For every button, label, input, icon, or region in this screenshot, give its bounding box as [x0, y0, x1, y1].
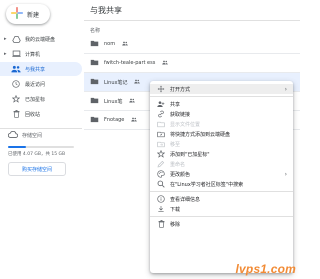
watermark-logo: lvps1.com: [235, 262, 296, 276]
context-menu-item[interactable]: 共享: [150, 99, 293, 109]
plus-icon: [10, 6, 24, 22]
menu-item-label: 获取链接: [170, 111, 191, 118]
menu-item-label: 共享: [170, 101, 181, 108]
menu-separator: [150, 191, 293, 192]
file-name: Linux笔记: [104, 79, 128, 86]
storage-usage-fill: [8, 146, 26, 148]
sidebar-item-trash[interactable]: 回收站: [0, 107, 82, 121]
sidebar-item-shared-with-me[interactable]: 与我共享: [0, 62, 82, 76]
search-icon: [156, 180, 166, 188]
sidebar-nav: ▸ 我的云端硬盘 ▸ 计算机 与我共享 最近访问 已加星标 回收站: [0, 32, 82, 122]
context-menu-item[interactable]: 添加到"已加星标": [150, 149, 293, 159]
column-header-name[interactable]: 名称: [90, 27, 100, 34]
menu-item-label: 添加到"已加星标": [170, 151, 210, 158]
folder-icon: [156, 121, 166, 128]
menu-item-label: 移除: [170, 221, 181, 228]
shared-people-icon: [131, 117, 138, 124]
chevron-right-icon: ›: [284, 85, 287, 93]
person-add-icon: [156, 100, 166, 108]
menu-item-label: 打开方式: [170, 86, 191, 93]
menu-item-label: 重命名: [170, 161, 186, 168]
sidebar-item-label: 计算机: [25, 51, 41, 58]
folder-icon: [90, 97, 99, 106]
star-icon: [10, 95, 22, 103]
divider: [84, 20, 300, 21]
folder-icon: [90, 59, 99, 68]
shared-people-icon: [122, 41, 128, 48]
info-icon: [156, 195, 166, 203]
folder-icon: [90, 40, 99, 49]
computer-icon: [10, 50, 22, 58]
context-menu-item: 移至: [150, 139, 293, 149]
file-name: fwitch-teale-part ess: [104, 60, 156, 66]
context-menu-item[interactable]: 将快捷方式添加到云端硬盘: [150, 129, 293, 139]
new-button-label: 新建: [27, 11, 40, 19]
sidebar-item-starred[interactable]: 已加星标: [0, 92, 82, 106]
file-name: Linux笔: [104, 98, 123, 105]
folder-icon: [90, 116, 99, 125]
menu-item-label: 将快捷方式添加到云端硬盘: [170, 131, 231, 138]
storage-section: 存储空间 已使用 4.07 GB，共 15 GB 购买存储空间: [7, 130, 80, 176]
buy-storage-button[interactable]: 购买存储空间: [8, 162, 66, 176]
shared-people-icon: [129, 98, 136, 105]
download-icon: [156, 205, 166, 213]
folder-icon: [90, 78, 99, 87]
storage-usage-bar: [8, 146, 74, 148]
file-name: Fnotage: [104, 117, 125, 123]
context-menu-item[interactable]: 移除: [150, 219, 293, 229]
context-menu-item[interactable]: 在"Linux学习者社区标签"中搜索: [150, 179, 293, 189]
divider: [0, 128, 82, 129]
shared-people-icon: [134, 79, 141, 86]
context-menu-item[interactable]: 打开方式 ›: [150, 84, 293, 94]
trash-icon: [156, 220, 166, 228]
sidebar-item-label: 最近访问: [25, 81, 46, 88]
new-button[interactable]: 新建: [6, 4, 50, 24]
context-menu-item: 显示文件位置: [150, 119, 293, 129]
sidebar-item-my-drive[interactable]: ▸ 我的云端硬盘: [0, 32, 82, 46]
edit-icon: [156, 160, 166, 168]
context-menu-item: 重命名: [150, 159, 293, 169]
file-row[interactable]: nom: [84, 35, 300, 54]
context-menu-item[interactable]: 获取链接: [150, 109, 293, 119]
chevron-right-icon: ›: [284, 170, 287, 178]
context-menu-item[interactable]: 下载: [150, 204, 293, 214]
storage-title-label: 存储空间: [22, 133, 43, 139]
sidebar-item-label: 回收站: [25, 111, 41, 118]
page-title: 与我共享: [90, 6, 122, 15]
cloud-icon: [7, 130, 19, 140]
menu-item-label: 显示文件位置: [170, 121, 201, 128]
move-icon: [156, 85, 166, 93]
menu-item-label: 下载: [170, 206, 181, 213]
shortcut-icon: [156, 131, 166, 138]
shared-people-icon: [162, 60, 169, 67]
clock-icon: [10, 80, 22, 88]
menu-separator: [150, 96, 293, 97]
menu-item-label: 更改颜色: [170, 171, 191, 178]
context-menu-item[interactable]: 查看详细信息: [150, 194, 293, 204]
storage-title[interactable]: 存储空间: [7, 130, 80, 140]
palette-icon: [156, 170, 166, 178]
people-icon: [10, 65, 22, 73]
star-icon: [156, 150, 166, 158]
trash-icon: [10, 110, 22, 118]
menu-item-label: 查看详细信息: [170, 196, 201, 203]
menu-item-label: 在"Linux学习者社区标签"中搜索: [170, 181, 244, 188]
sidebar-item-computers[interactable]: ▸ 计算机: [0, 47, 82, 61]
context-menu: 打开方式 › 共享获取链接显示文件位置将快捷方式添加到云端硬盘 移至添加到"已加星标"…: [150, 81, 293, 273]
context-menu-item[interactable]: 更改颜色 ›: [150, 169, 293, 179]
sidebar: 新建 ▸ 我的云端硬盘 ▸ 计算机 与我共享 最近访问 已加星标 回收站 存储空…: [0, 0, 84, 279]
file-row[interactable]: fwitch-teale-part ess: [84, 54, 300, 73]
sidebar-item-label: 已加星标: [25, 96, 46, 103]
sidebar-item-recent[interactable]: 最近访问: [0, 77, 82, 91]
menu-separator: [150, 216, 293, 217]
menu-item-label: 移至: [170, 141, 181, 148]
file-name: nom: [104, 41, 116, 47]
storage-usage-text: 已使用 4.07 GB，共 15 GB: [8, 152, 66, 157]
move-to-icon: [156, 141, 166, 148]
drive-icon: [10, 35, 22, 43]
sidebar-item-label: 我的云端硬盘: [25, 36, 56, 43]
link-icon: [156, 110, 166, 118]
sidebar-item-label: 与我共享: [25, 66, 46, 73]
